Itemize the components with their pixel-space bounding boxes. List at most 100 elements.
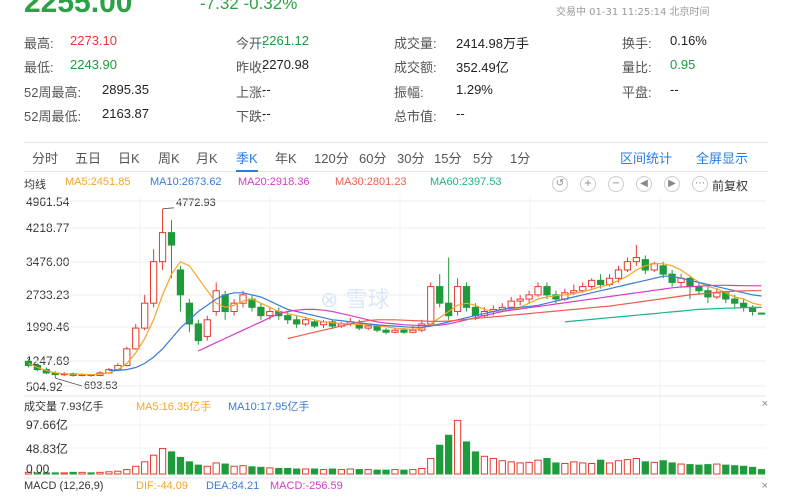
volume-bar [69,471,77,475]
macd-legend: MACD (12,26,9) DIF:-44.09 DEA:84.21 MACD:-2… [24,480,768,496]
volume-bar [293,468,301,475]
candle-body [695,286,703,292]
candle-body [659,265,667,275]
volume-bar [221,463,229,475]
volume-bar [686,464,694,475]
volume-bar [480,455,489,475]
volume-bar [445,434,453,475]
candle-body [149,261,158,304]
volume-bar [364,469,372,475]
volume-bar [51,472,59,475]
volume-bar [185,461,194,475]
close-macd-icon[interactable]: × [762,480,768,492]
kline-chart[interactable] [0,0,800,500]
macd-dea: DEA:84.21 [206,480,260,492]
volume-bar [525,461,533,475]
candle-body [525,294,533,300]
volume-bar [453,419,462,475]
volume-bar [391,469,399,475]
candle-body [614,269,623,279]
candle-body [543,286,551,296]
candle-body [623,261,632,271]
volume-bar [176,456,185,475]
candle-body [185,302,194,325]
volume-bar [614,460,623,475]
volume-bar [141,461,149,475]
volume-ma-item: MA5:16.35亿手 [136,401,212,413]
volume-bar [149,454,158,475]
macd-dif: DIF:-44.09 [136,480,188,492]
candle-body [132,327,140,350]
candle-body [471,306,480,317]
volume-bar [212,462,220,475]
volume-bar [400,469,408,475]
volume-bar [632,458,641,475]
volume-bar [123,469,131,475]
candle-body [453,286,462,312]
volume-bar [596,459,605,475]
volume-bar [114,470,122,475]
volume-bar [337,469,345,475]
volume-bar [570,461,578,475]
volume-bar [498,460,506,475]
volume-bar [87,472,95,475]
volume-bar [60,472,68,475]
volume-bar [713,463,721,475]
volume-title: 成交量 7.93亿手 [24,401,104,413]
volume-bar [319,469,328,475]
volume-bar [623,459,632,475]
candle-body [364,325,372,329]
candle-body [596,279,605,286]
volume-tick-label: 0.00 [26,462,50,476]
volume-tick-label: 97.66亿 [26,418,69,432]
volume-bar [534,459,542,475]
volume-bar [355,469,363,475]
candle-body [221,294,229,312]
candle-body [194,323,202,342]
candle-body [668,273,676,283]
candle-body [731,298,739,304]
volume-bar [105,471,113,475]
candle-body [534,286,542,296]
volume-legend: 成交量 7.93亿手 MA5:16.35亿手 MA10:17.95亿手 × [24,398,768,414]
volume-bar [722,464,730,475]
volume-bar [427,458,435,475]
volume-bar [731,465,739,475]
candle-body [176,269,185,296]
ma-line-ma60 [564,306,762,323]
volume-bar [668,462,676,475]
volume-bar [346,468,354,475]
volume-bar [552,462,560,475]
volume-bar [301,468,310,475]
candle-body [632,257,641,263]
volume-bar [588,462,596,475]
close-volume-icon[interactable]: × [762,398,768,410]
volume-bar [239,465,247,475]
volume-bar [489,458,497,475]
candle-body [740,302,748,308]
volume-bar [275,467,283,475]
candle-body [310,321,319,327]
volume-bar [695,464,703,475]
volume-bar [757,469,766,475]
candle-body [391,329,399,333]
candle-body [400,329,408,333]
volume-bar [96,471,104,475]
volume-bar [659,460,667,475]
volume-bar [516,462,524,475]
volume-bar [543,458,551,475]
candle-body [158,232,167,263]
volume-bar [194,464,202,475]
candle-body [141,302,149,329]
volume-bar [740,465,748,475]
candle-body [579,286,587,292]
volume-bar [418,467,426,475]
volume-bar [605,462,614,475]
volume-bar [677,463,685,475]
volume-bar [266,467,274,475]
volume-ma-item: MA10:17.95亿手 [228,401,310,413]
volume-bar [471,451,480,475]
volume-bar [373,469,381,475]
volume-bar [310,468,319,475]
volume-bar [650,461,658,475]
